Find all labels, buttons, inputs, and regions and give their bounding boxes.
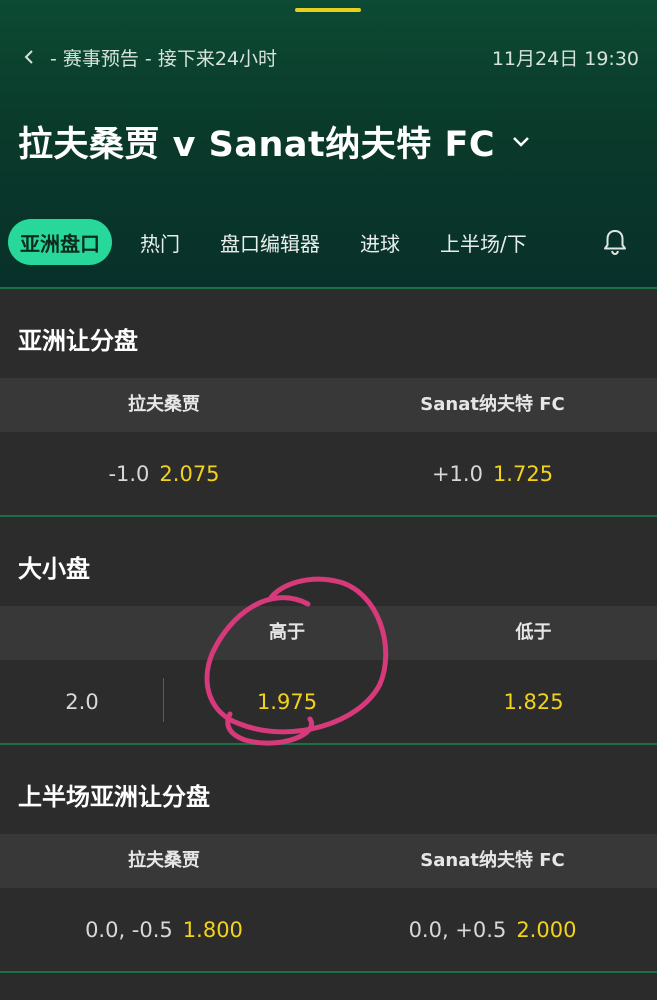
drag-handle[interactable] bbox=[295, 8, 361, 12]
match-datetime: 11月24日 19:30 bbox=[491, 47, 639, 70]
section-title: 上半场亚洲让分盘 bbox=[18, 783, 210, 811]
home-team-label: 拉夫桑贾 bbox=[128, 850, 200, 871]
handicap-line: +1.0 bbox=[431, 462, 483, 486]
under-odds-button[interactable]: 1.825 bbox=[410, 660, 657, 744]
tab-goals[interactable]: 进球 bbox=[348, 219, 412, 265]
handicap-line: 0.0, +0.5 bbox=[408, 918, 507, 942]
over-odds-button[interactable]: 1.975 bbox=[164, 660, 410, 744]
asian-handicap-section: 亚洲让分盘 拉夫桑贾 Sanat纳夫特 FC -1.0 2.075 +1.0 1… bbox=[0, 289, 657, 516]
breadcrumb-text[interactable]: - 赛事预告 - 接下来24小时 bbox=[50, 44, 277, 71]
away-odds-button[interactable]: +1.0 1.725 bbox=[328, 432, 657, 516]
first-half-handicap-section: 上半场亚洲让分盘 拉夫桑贾 Sanat纳夫特 FC 0.0, -0.5 1.80… bbox=[0, 745, 657, 972]
home-odds-button[interactable]: -1.0 2.075 bbox=[0, 432, 328, 516]
away-team-label: Sanat纳夫特 FC bbox=[420, 850, 565, 871]
goal-line-value: 2.0 bbox=[65, 690, 99, 714]
odds-price: 1.725 bbox=[492, 462, 554, 486]
breadcrumb-row: - 赛事预告 - 接下来24小时 11月24日 19:30 bbox=[18, 40, 639, 74]
column-header: 拉夫桑贾 Sanat纳夫特 FC bbox=[0, 834, 657, 888]
odds-price: 2.000 bbox=[516, 918, 577, 942]
section-title: 大小盘 bbox=[18, 555, 90, 583]
goal-line: 2.0 bbox=[0, 660, 164, 744]
home-team-label: 拉夫桑贾 bbox=[128, 394, 200, 415]
odds-price: 2.075 bbox=[159, 462, 220, 486]
home-odds-button[interactable]: 0.0, -0.5 1.800 bbox=[0, 888, 328, 972]
odds-row: 2.0 1.975 1.825 bbox=[0, 660, 657, 744]
away-odds-button[interactable]: 0.0, +0.5 2.000 bbox=[328, 888, 657, 972]
odds-price: 1.800 bbox=[182, 918, 243, 942]
tab-bet-builder[interactable]: 盘口编辑器 bbox=[208, 219, 332, 265]
tab-asian-handicap[interactable]: 亚洲盘口 bbox=[8, 219, 112, 265]
market-tabs: 亚洲盘口 热门 盘口编辑器 进球 上半场/下 bbox=[8, 219, 648, 265]
back-icon[interactable] bbox=[18, 46, 40, 68]
over-label: 高于 bbox=[269, 622, 305, 643]
match-title-row[interactable]: 拉夫桑贾 v Sanat纳夫特 FC bbox=[18, 116, 533, 167]
handicap-line: -1.0 bbox=[108, 462, 150, 486]
odds-price: 1.825 bbox=[503, 690, 564, 714]
odds-row: -1.0 2.075 +1.0 1.725 bbox=[0, 432, 657, 516]
bell-icon[interactable] bbox=[600, 226, 630, 258]
odds-row: 0.0, -0.5 1.800 0.0, +0.5 2.000 bbox=[0, 888, 657, 972]
away-team-label: Sanat纳夫特 FC bbox=[420, 394, 565, 415]
divider bbox=[0, 971, 657, 973]
breadcrumb[interactable]: - 赛事预告 - 接下来24小时 bbox=[18, 44, 277, 71]
under-label: 低于 bbox=[515, 622, 552, 643]
handicap-line: 0.0, -0.5 bbox=[85, 918, 173, 942]
chevron-down-icon[interactable] bbox=[509, 130, 533, 154]
tab-popular[interactable]: 热门 bbox=[128, 219, 192, 265]
section-title: 亚洲让分盘 bbox=[18, 327, 138, 355]
over-under-section: 大小盘 高于 低于 2.0 1.975 1.825 bbox=[0, 517, 657, 744]
odds-price: 1.975 bbox=[256, 690, 318, 714]
match-title[interactable]: 拉夫桑贾 v Sanat纳夫特 FC bbox=[18, 116, 495, 167]
column-header: 拉夫桑贾 Sanat纳夫特 FC bbox=[0, 378, 657, 432]
column-header: 高于 低于 bbox=[0, 606, 657, 660]
tab-half-time[interactable]: 上半场/下 bbox=[428, 219, 528, 265]
